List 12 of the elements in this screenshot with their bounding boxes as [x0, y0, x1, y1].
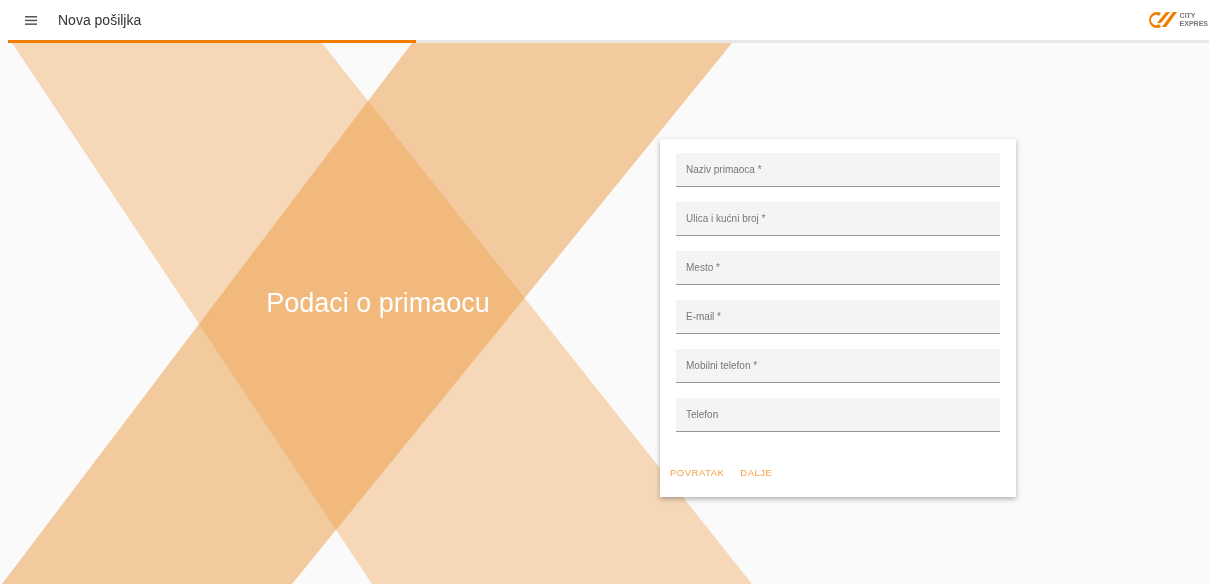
section-heading: Podaci o primaocu [266, 287, 490, 319]
menu-icon[interactable] [25, 15, 37, 25]
page-title: Nova pošiljka [58, 12, 142, 28]
input-field[interactable]: Mobilni telefon * [676, 349, 1000, 383]
text-button[interactable]: DALJE [734, 463, 779, 482]
input-field[interactable]: Telefon [676, 398, 1000, 432]
text-button[interactable]: POVRATAK [664, 463, 731, 482]
logo-icon [1146, 10, 1177, 30]
input-field[interactable]: Mesto * [676, 251, 1000, 285]
input-field[interactable]: E-mail * [676, 300, 1000, 334]
input-field[interactable]: Ulica i kućni broj * [676, 202, 1000, 236]
input-field[interactable]: Naziv primaoca * [676, 153, 1000, 187]
